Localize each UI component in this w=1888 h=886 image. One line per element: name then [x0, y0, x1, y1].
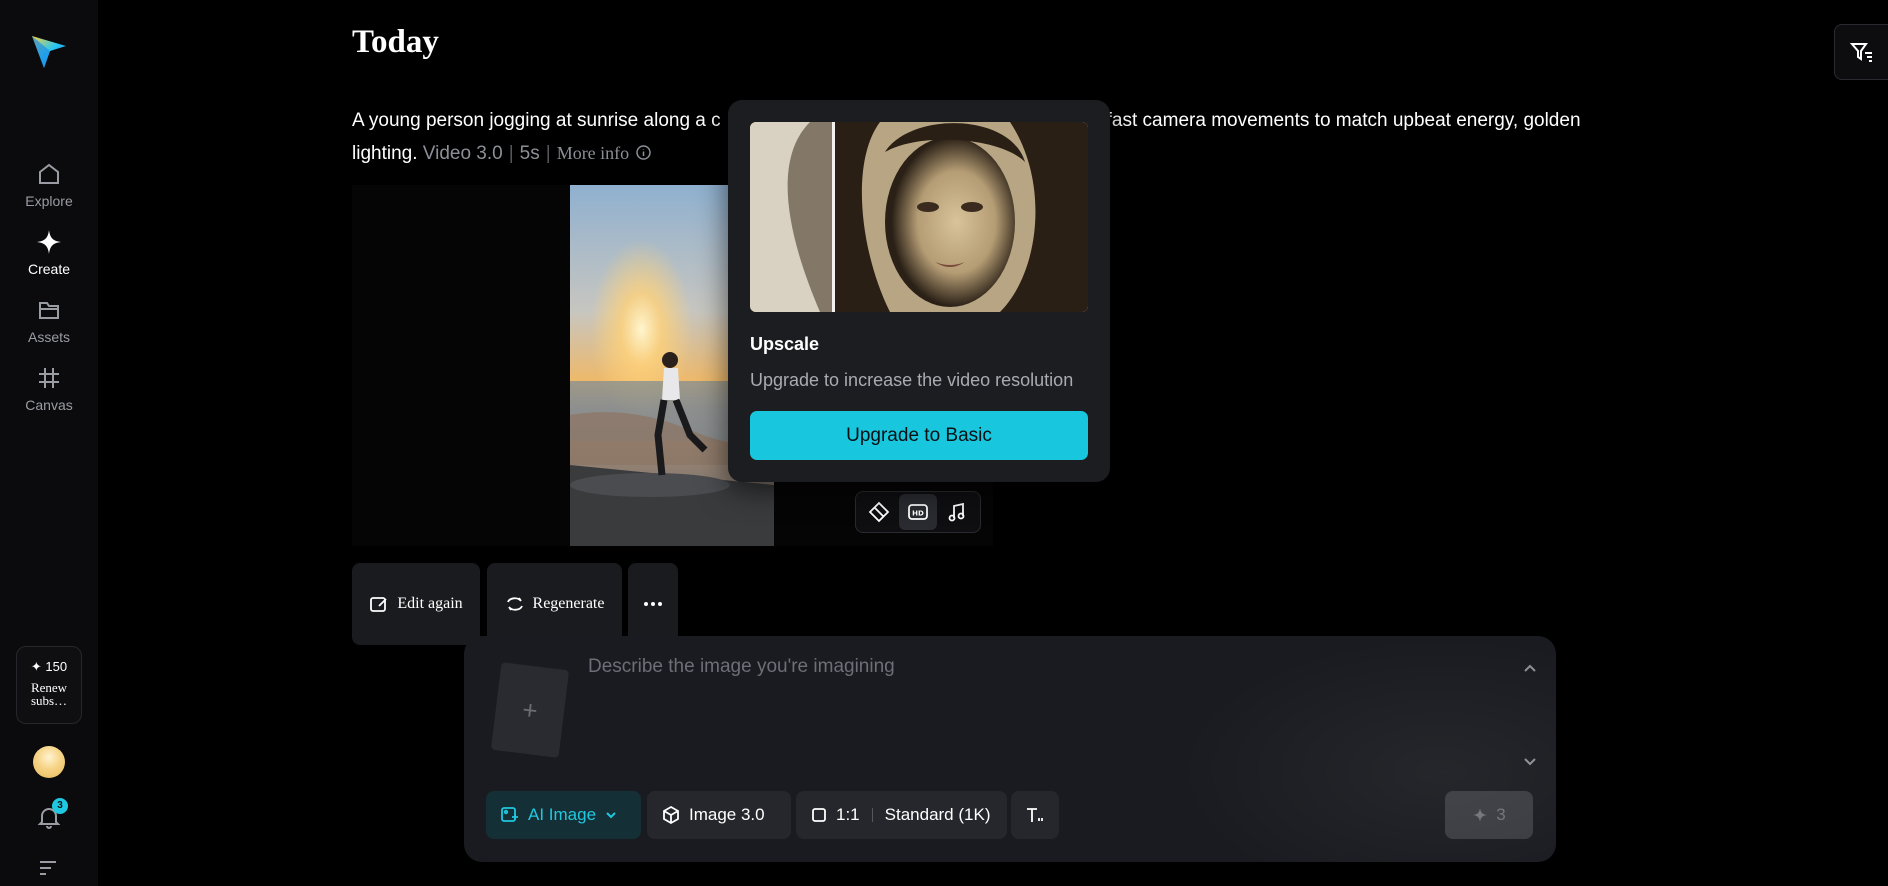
divider	[871, 808, 873, 822]
sidebar-item-create[interactable]: Create	[0, 228, 98, 277]
page-title: Today	[352, 24, 439, 60]
edit-icon	[370, 597, 387, 612]
refresh-icon	[506, 597, 523, 611]
prompt-composer: + AI Image Image 3.0 1:1 Standard (1K) 3	[464, 636, 1556, 862]
svg-text:HD: HD	[912, 510, 924, 518]
model-label: Video 3.0	[422, 143, 503, 164]
frame-icon	[39, 368, 59, 388]
music-note-icon	[948, 502, 965, 522]
avatar[interactable]	[33, 746, 65, 778]
popup-description: Upgrade to increase the video resolution	[750, 370, 1074, 390]
image-mode-icon	[501, 807, 518, 822]
square-ratio-icon	[812, 808, 826, 822]
ratio-quality-selector[interactable]: 1:1 Standard (1K)	[796, 791, 1007, 839]
sidebar: Explore Create Assets Canvas ✦ 150 Renew…	[0, 0, 98, 886]
info-icon[interactable]	[635, 144, 652, 161]
upscale-popup: Upscale Upgrade to increase the video re…	[728, 100, 1110, 482]
more-horizontal-icon	[644, 602, 662, 606]
folder-icon	[39, 302, 59, 319]
home-icon	[39, 163, 59, 184]
generate-button[interactable]: 3	[1445, 791, 1533, 839]
cube-icon	[663, 805, 679, 825]
sidebar-item-explore[interactable]: Explore	[0, 160, 98, 209]
upscale-hd-button[interactable]: HD	[898, 494, 937, 530]
prompt-input[interactable]	[588, 656, 1488, 756]
sidebar-item-label: Assets	[27, 329, 70, 345]
upscale-preview-image	[750, 122, 1088, 312]
popup-title: Upscale	[750, 334, 820, 354]
chevron-down-icon[interactable]	[1522, 754, 1538, 770]
text-format-icon	[1027, 808, 1043, 822]
prompt-text-start: A young person jogging at sunrise along …	[352, 110, 721, 131]
plus-icon: +	[520, 693, 540, 726]
regenerate-label: Regenerate	[532, 595, 605, 612]
filter-icon	[1849, 43, 1872, 62]
sidebar-item-label: Canvas	[25, 397, 73, 413]
divider: |	[508, 143, 514, 164]
renew-subscription-link[interactable]: Renew subs…	[17, 681, 81, 707]
text-style-button[interactable]	[1011, 791, 1059, 839]
menu-icon[interactable]	[38, 860, 58, 876]
model-label: Image 3.0	[689, 805, 765, 824]
edit-again-label: Edit again	[397, 595, 463, 612]
add-audio-button[interactable]	[938, 494, 976, 530]
chevron-up-icon[interactable]	[1522, 660, 1538, 676]
mode-label: AI Image	[528, 805, 597, 824]
ratio-label: 1:1	[836, 805, 860, 824]
app-logo[interactable]	[30, 32, 68, 70]
sidebar-item-assets[interactable]: Assets	[0, 296, 98, 345]
quality-label: Standard (1K)	[884, 805, 991, 824]
generate-cost: 3	[1496, 805, 1506, 824]
duration-label: 5s	[519, 143, 540, 164]
model-selector[interactable]: Image 3.0	[647, 791, 791, 839]
credits-card[interactable]: ✦ 150 Renew subs…	[16, 646, 82, 724]
edit-again-button[interactable]: Edit again	[352, 563, 480, 645]
hd-icon: HD	[908, 504, 928, 520]
mode-selector[interactable]: AI Image	[486, 791, 641, 839]
upload-reference-button[interactable]: +	[490, 662, 570, 758]
more-options-button[interactable]	[628, 563, 678, 645]
sidebar-item-label: Explore	[25, 193, 73, 209]
chevron-down-icon	[606, 812, 616, 819]
divider: |	[545, 143, 551, 164]
credits-amount: ✦ 150	[30, 659, 68, 674]
edit-frames-button[interactable]	[860, 494, 898, 530]
regenerate-button[interactable]: Regenerate	[487, 563, 622, 645]
sparkle-icon	[1473, 808, 1488, 822]
diamond-icon	[869, 501, 890, 523]
video-toolbar: HD	[855, 491, 981, 533]
sidebar-item-canvas[interactable]: Canvas	[0, 364, 98, 413]
sparkle-icon	[37, 230, 61, 254]
filter-button[interactable]	[1834, 24, 1888, 80]
more-info-link[interactable]: More info	[557, 143, 629, 163]
notification-badge: 3	[52, 798, 68, 814]
sidebar-item-label: Create	[27, 261, 71, 277]
upgrade-button[interactable]: Upgrade to Basic	[750, 411, 1088, 460]
